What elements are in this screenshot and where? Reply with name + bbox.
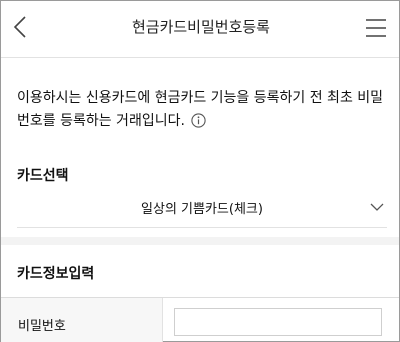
card-select-label: 카드선택 (17, 168, 69, 184)
password-label: 비밀번호 (18, 319, 66, 334)
section-divider (1, 237, 399, 245)
card-select-value: 일상의 기쁨카드(체크) (141, 202, 263, 217)
back-button[interactable] (9, 11, 33, 43)
password-label-cell: 비밀번호 (1, 298, 163, 342)
chevron-left-icon (13, 16, 26, 38)
card-select-dropdown[interactable]: 일상의 기쁨카드(체크) (17, 189, 387, 228)
top-header: 현금카드비밀번호등록 (1, 1, 399, 58)
card-info-label: 카드정보입력 (17, 266, 95, 282)
menu-button[interactable] (365, 17, 387, 39)
password-input[interactable] (174, 308, 382, 336)
password-row: 비밀번호 (1, 297, 399, 342)
info-circle-icon (191, 113, 206, 128)
hamburger-menu-icon (366, 19, 386, 37)
chevron-down-icon (370, 203, 384, 211)
info-button[interactable] (191, 113, 206, 128)
description-text: 이용하시는 신용카드에 현금카드 기능을 등록하기 전 최초 비밀번호를 등록하… (17, 87, 387, 133)
page-title: 현금카드비밀번호등록 (131, 18, 270, 36)
app-frame: 현금카드비밀번호등록 이용하시는 신용카드에 현금카드 기능을 등록하기 전 최… (0, 0, 400, 342)
